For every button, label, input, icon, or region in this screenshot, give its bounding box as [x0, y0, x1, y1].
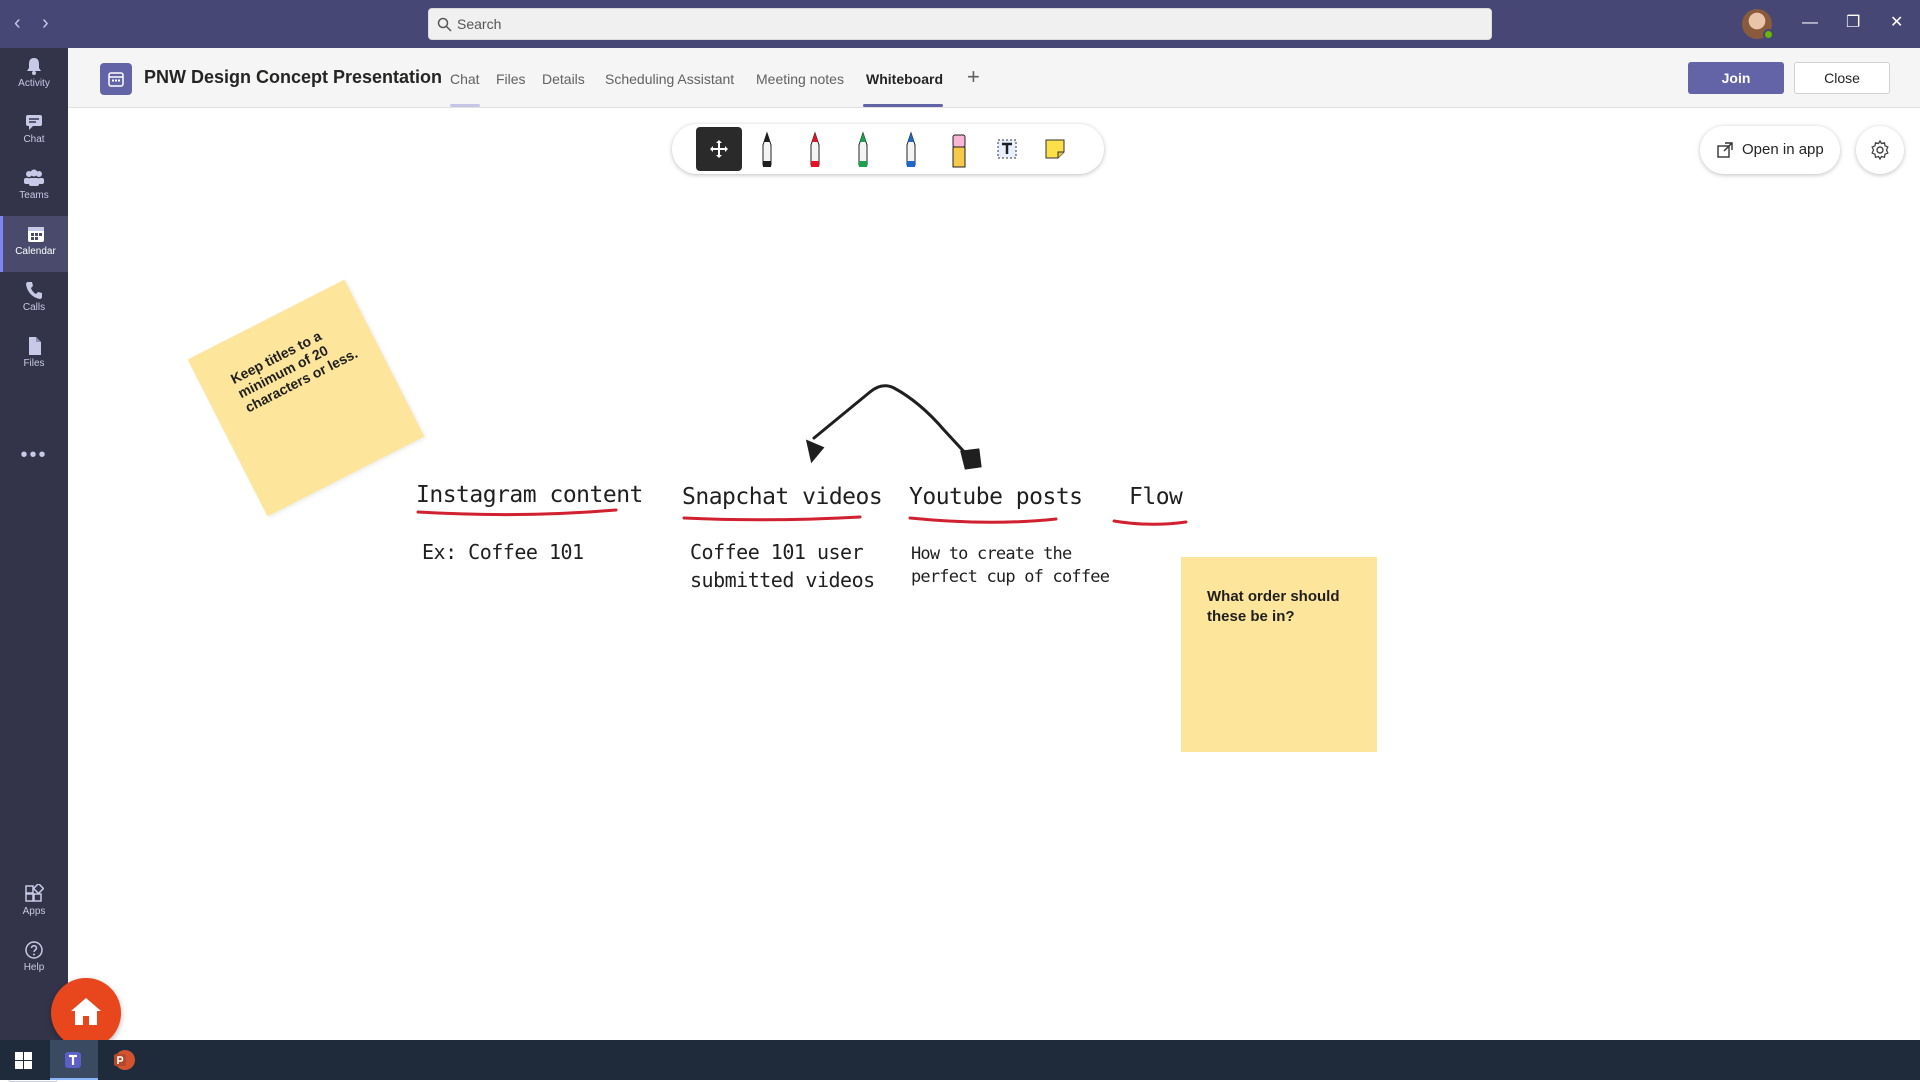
heading-youtube[interactable]: Youtube posts: [909, 484, 1083, 510]
sticky-note-order[interactable]: What order should these be in?: [1181, 557, 1377, 752]
heading-flow[interactable]: Flow: [1129, 484, 1183, 510]
red-underlines: [416, 508, 1188, 526]
teams-app-icon: [65, 1052, 81, 1068]
powerpoint-icon: [114, 1050, 135, 1070]
start-button[interactable]: [0, 1040, 48, 1080]
underline-youtube: [908, 516, 1058, 524]
note-snapchat-line2[interactable]: submitted videos: [690, 568, 875, 592]
underline-snapchat: [682, 515, 862, 522]
arrow-curve: [812, 384, 970, 458]
ink-arrow: [805, 384, 982, 470]
home-button[interactable]: [51, 978, 121, 1048]
heading-instagram[interactable]: Instagram content: [416, 482, 643, 508]
sticky-note-text: What order should these be in?: [1207, 588, 1340, 625]
home-icon: [71, 998, 101, 1025]
note-youtube-line2[interactable]: perfect cup of coffee: [911, 566, 1110, 589]
arrowhead-right: [960, 448, 982, 470]
taskbar-teams[interactable]: [50, 1040, 98, 1080]
ink-layer: [416, 384, 1188, 526]
arrowhead-left: [805, 439, 825, 464]
windows-logo-icon: [15, 1052, 32, 1069]
note-youtube-line1[interactable]: How to create the: [911, 543, 1072, 566]
underline-instagram: [416, 508, 618, 517]
taskbar-powerpoint[interactable]: [100, 1040, 148, 1080]
note-snapchat-line1[interactable]: Coffee 101 user: [690, 540, 864, 564]
windows-taskbar: [0, 1040, 1920, 1080]
underline-flow: [1112, 519, 1188, 526]
heading-snapchat[interactable]: Snapchat videos: [682, 484, 883, 510]
note-instagram[interactable]: Ex: Coffee 101: [422, 540, 584, 564]
